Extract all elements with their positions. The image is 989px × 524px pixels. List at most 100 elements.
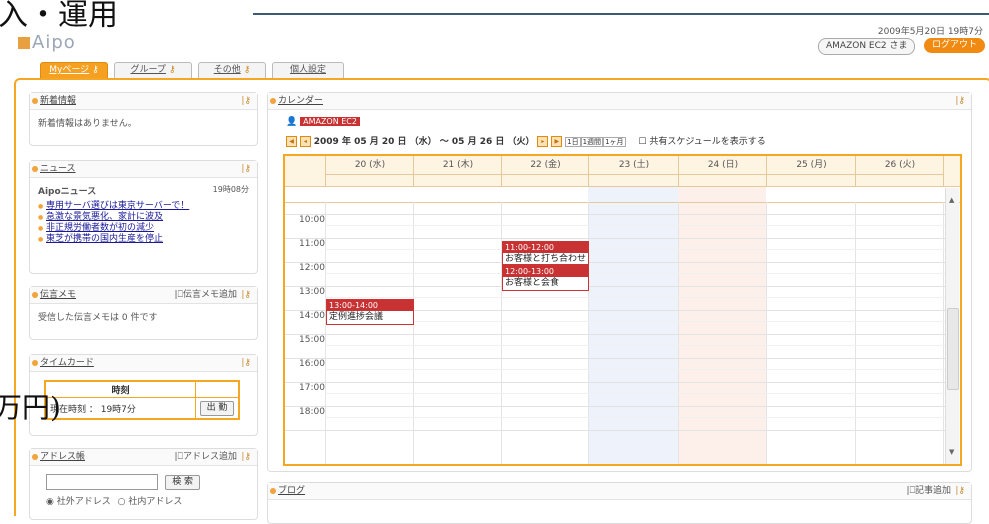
scroll-up-icon[interactable]: ▲	[949, 196, 954, 204]
calendar-event[interactable]: 11:00-12:00 お客様と打ち合わせ	[502, 241, 589, 265]
settings-key-icon[interactable]: |⚷	[955, 93, 965, 109]
news-portlet: ニュース|⚷ Aipoニュース 19時08分 専用サーバ選びは東京サーバーで！ …	[29, 160, 258, 274]
day-label: 20 (水)	[326, 156, 414, 175]
address-search-input[interactable]	[46, 474, 158, 490]
punch-in-button[interactable]: 出 勤	[199, 400, 235, 416]
view-month-button[interactable]: 1ヶ月	[603, 137, 626, 147]
aipo-logo[interactable]: Aipo	[18, 32, 76, 53]
settings-key-icon[interactable]: |⚷	[241, 287, 251, 303]
address-title[interactable]: アドレス帳	[40, 452, 85, 462]
settings-key-icon[interactable]: |⚷	[241, 161, 251, 177]
shared-schedule-label: 共有スケジュールを表示する	[649, 137, 766, 147]
timecard-portlet: タイムカード |⚷ 時刻 現在時刻 ： 19時7分 出 勤	[29, 354, 258, 436]
event-time: 12:00-13:00	[503, 266, 588, 277]
view-week-button[interactable]: 1週間	[580, 137, 604, 147]
hour-label: 12:00	[299, 263, 325, 273]
background-title-fragment: 入・運用	[0, 0, 118, 33]
allday-divider	[285, 202, 960, 203]
prev-day-button[interactable]: ◂	[299, 136, 311, 147]
add-blog-label: 記事追加	[914, 486, 951, 496]
key-icon: ⚷	[168, 65, 176, 75]
logo-mark-icon	[18, 37, 30, 49]
radio-external-label: 社外アドレス	[56, 497, 111, 507]
background-yen-fragment: 万円)	[0, 391, 61, 424]
day-column[interactable]: 26 (火)	[855, 156, 944, 186]
scroll-down-icon[interactable]: ▼	[949, 448, 954, 456]
add-blog-link[interactable]: |⎕記事追加	[907, 483, 951, 499]
bullet-icon	[270, 98, 276, 104]
news-item[interactable]: 専用サーバ選びは東京サーバーで！	[38, 201, 249, 212]
prev-week-button[interactable]: ◀	[286, 136, 297, 147]
event-time: 11:00-12:00	[503, 242, 588, 253]
add-address-label: アドレス追加	[182, 452, 237, 462]
hour-label: 13:00	[299, 287, 325, 297]
day-label: 23 (土)	[589, 156, 679, 175]
shared-checkbox[interactable]: ☐	[638, 137, 646, 147]
day-label: 21 (木)	[414, 156, 502, 175]
timecard-title[interactable]: タイムカード	[40, 358, 94, 368]
news-item[interactable]: 急激な景気悪化、家計に波及	[38, 212, 249, 223]
calendar-owner-row: 👤 AMAZON EC2	[286, 117, 360, 127]
day-column[interactable]: 24 (日)	[678, 156, 767, 186]
timecard-table: 時刻 現在時刻 ： 19時7分 出 勤	[44, 380, 240, 420]
day-label: 25 (月)	[767, 156, 856, 175]
news-item[interactable]: 東芝が携帯の国内生産を停止	[38, 234, 249, 245]
hour-label: 17:00	[299, 383, 325, 393]
tab-label: 個人設定	[289, 65, 326, 75]
settings-key-icon[interactable]: |⚷	[241, 449, 251, 465]
portlet-header: アドレス帳 |⎕アドレス追加 |⚷	[30, 449, 257, 466]
news-title[interactable]: ニュース	[40, 164, 76, 174]
calendar-title[interactable]: カレンダー	[278, 96, 323, 106]
blog-title[interactable]: ブログ	[278, 486, 305, 496]
logout-button[interactable]: ログアウト	[924, 38, 986, 53]
current-datetime: 2009年5月20日 19時7分	[877, 27, 983, 37]
user-name-button[interactable]: AMAZON EC2 さま	[818, 38, 916, 55]
settings-key-icon[interactable]: |⚷	[955, 483, 965, 499]
whatsnew-title[interactable]: 新着情報	[40, 96, 76, 106]
calendar-event[interactable]: 12:00-13:00 お客様と会食	[502, 265, 589, 291]
tab-group[interactable]: グループ ⚷	[114, 62, 192, 78]
scroll-thumb[interactable]	[947, 308, 959, 390]
day-column[interactable]: 25 (月)	[766, 156, 856, 186]
date-range: 2009 年 05 月 20 日 （水） ～ 05 月 26 日 （火）	[313, 137, 535, 147]
memo-title[interactable]: 伝言メモ	[40, 290, 76, 300]
person-icon: 👤	[286, 117, 298, 127]
next-day-button[interactable]: ▸	[537, 136, 549, 147]
address-search-button[interactable]: 検 索	[165, 474, 201, 490]
calendar-grid: 20 (水) 21 (木) 22 (金) 23 (土) 24 (日) 25 (月…	[283, 154, 962, 466]
memo-portlet: 伝言メモ |⎕伝言メモ追加 |⚷ 受信した伝言メモは 0 件です	[29, 286, 258, 340]
tab-label: その他	[213, 65, 241, 75]
bullet-icon	[32, 454, 38, 460]
settings-key-icon[interactable]: |⚷	[241, 93, 251, 109]
next-week-button[interactable]: ▶	[551, 136, 563, 147]
bullet-icon	[32, 98, 38, 104]
day-column[interactable]: 22 (金)	[501, 156, 589, 186]
calendar-event[interactable]: 13:00-14:00 定例進捗会議	[326, 299, 414, 325]
add-memo-link[interactable]: |⎕伝言メモ追加	[175, 287, 237, 303]
view-day-button[interactable]: 1日	[565, 137, 581, 147]
hour-label: 16:00	[299, 359, 325, 369]
day-column[interactable]: 21 (木)	[413, 156, 502, 186]
radio-internal[interactable]: ○	[118, 497, 126, 507]
day-column[interactable]: 20 (水)	[325, 156, 414, 186]
event-title: 定例進捗会議	[329, 312, 384, 322]
tab-label: グループ	[130, 65, 166, 75]
whatsnew-portlet: 新着情報 |⚷ 新着情報はありません。	[29, 92, 258, 146]
day-label: 22 (金)	[502, 156, 589, 175]
hour-label: 11:00	[299, 239, 325, 249]
news-item[interactable]: 非正規労働者数が初の減少	[38, 223, 249, 234]
calendar-owner[interactable]: AMAZON EC2	[300, 117, 360, 126]
tab-my-page[interactable]: Myページ ⚷	[40, 62, 108, 78]
tab-other[interactable]: その他 ⚷	[198, 62, 266, 78]
add-address-link[interactable]: |⎕アドレス追加	[175, 449, 237, 465]
calendar-scrollbar[interactable]: ▲ ▼	[945, 188, 959, 464]
calendar-nav: ◀ ◂ 2009 年 05 月 20 日 （水） ～ 05 月 26 日 （火）…	[286, 134, 766, 147]
settings-key-icon[interactable]: |⚷	[241, 355, 251, 371]
hour-label: 14:00	[299, 311, 325, 321]
tab-personal-settings[interactable]: 個人設定	[272, 62, 344, 78]
radio-external[interactable]: ◉	[46, 497, 54, 507]
day-column[interactable]: 23 (土)	[588, 156, 679, 186]
add-memo-label: 伝言メモ追加	[182, 290, 237, 300]
portlet-header: 新着情報 |⚷	[30, 93, 257, 110]
event-time: 13:00-14:00	[327, 300, 413, 311]
